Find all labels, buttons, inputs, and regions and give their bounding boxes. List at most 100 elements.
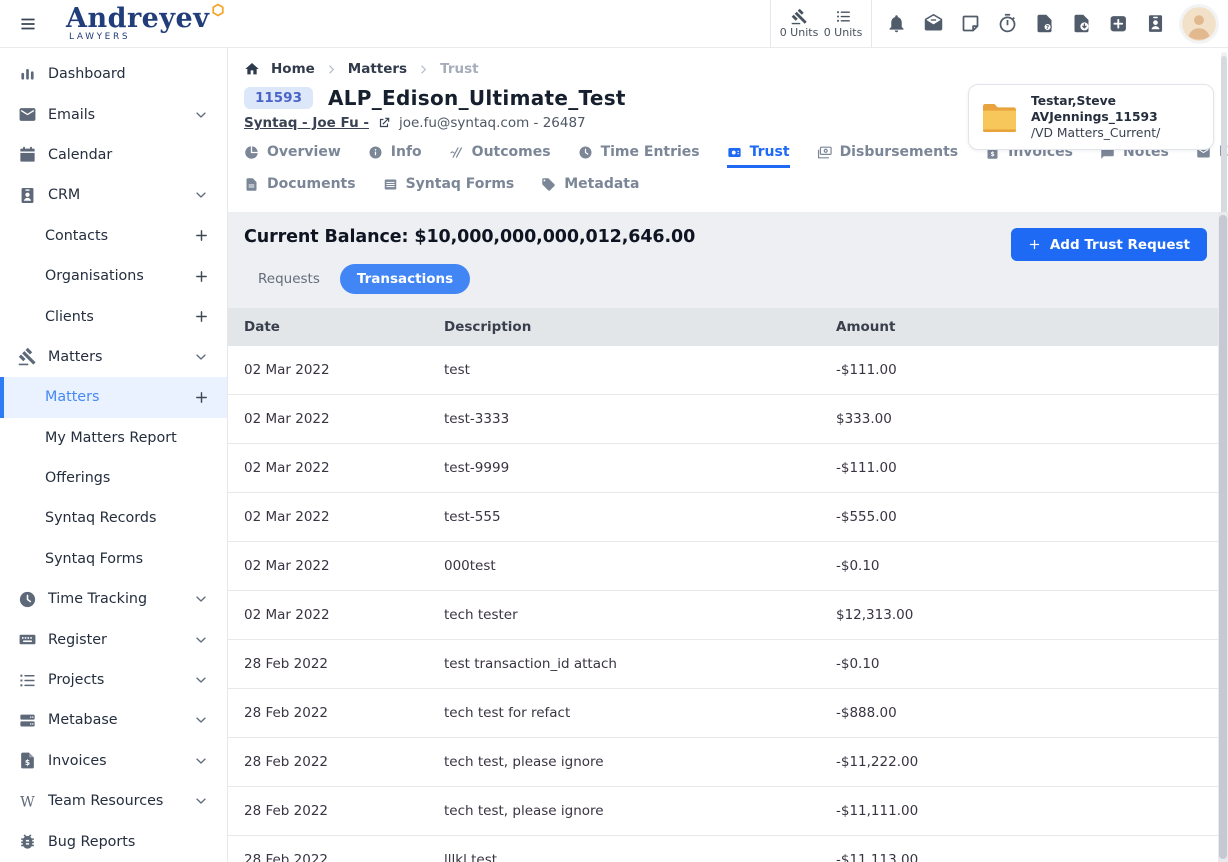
breadcrumb-item[interactable]: Trust: [440, 61, 478, 77]
chevron-down-icon[interactable]: [193, 712, 209, 728]
units-counter[interactable]: 0 Units: [821, 8, 865, 39]
table-row[interactable]: 28 Feb 2022 tech test, please ignore -$1…: [228, 787, 1228, 836]
column-header[interactable]: Amount: [836, 319, 1212, 335]
tab[interactable]: Time Entries: [578, 144, 700, 168]
plus-icon[interactable]: [194, 390, 209, 405]
sidebar-item[interactable]: Clients: [0, 296, 227, 336]
sidebar-item[interactable]: Metabase: [0, 700, 227, 740]
tab[interactable]: Syntaq Forms: [383, 176, 515, 200]
chevron-down-icon[interactable]: [193, 591, 209, 607]
timer-icon[interactable]: [997, 13, 1018, 34]
tab[interactable]: Info: [368, 144, 422, 168]
breadcrumb-separator-icon: [418, 64, 429, 75]
table-row[interactable]: 28 Feb 2022 lllkl test -$11,113.00: [228, 836, 1228, 862]
calendar-icon: [18, 145, 37, 164]
hamburger-menu-icon[interactable]: [17, 16, 39, 32]
sidebar-item[interactable]: Organisations: [0, 256, 227, 296]
breadcrumb-item[interactable]: Home: [271, 61, 315, 77]
sidebar-item-label: Matters: [48, 349, 102, 365]
chevron-down-icon[interactable]: [193, 349, 209, 365]
bug-icon: [18, 832, 37, 851]
sidebar-item[interactable]: My Matters Report: [0, 418, 227, 458]
sidebar-item[interactable]: Bug Reports: [0, 821, 227, 861]
chevron-down-icon[interactable]: [193, 107, 209, 123]
tab[interactable]: Documents: [244, 176, 356, 200]
table-row[interactable]: 02 Mar 2022 test -$111.00: [228, 346, 1228, 395]
main-scrollbar-thumb[interactable]: [1219, 215, 1227, 859]
tab[interactable]: Metadata: [541, 176, 639, 200]
chevron-down-icon[interactable]: [193, 672, 209, 688]
tab[interactable]: Overview: [244, 144, 341, 168]
sidebar-item[interactable]: CRM: [0, 175, 227, 215]
plus-icon[interactable]: [194, 228, 209, 243]
description-cell: test-3333: [444, 411, 836, 427]
toggle-option[interactable]: Transactions: [340, 264, 470, 294]
date-cell: 02 Mar 2022: [244, 460, 444, 476]
pie-icon: [244, 145, 259, 160]
amount-cell: -$888.00: [836, 705, 1212, 721]
table-row[interactable]: 02 Mar 2022 tech tester $12,313.00: [228, 591, 1228, 640]
chevron-down-icon[interactable]: [193, 793, 209, 809]
sidebar-item[interactable]: Dashboard: [0, 54, 227, 94]
sidebar-item[interactable]: W Team Resources: [0, 781, 227, 821]
table-row[interactable]: 28 Feb 2022 tech test, please ignore -$1…: [228, 738, 1228, 787]
user-avatar[interactable]: [1182, 7, 1216, 41]
chevron-down-icon[interactable]: [193, 187, 209, 203]
file-question-icon[interactable]: ?: [1034, 13, 1055, 34]
note-icon[interactable]: [960, 13, 981, 34]
column-header[interactable]: Date: [244, 319, 444, 335]
table-row[interactable]: 02 Mar 2022 test-9999 -$111.00: [228, 444, 1228, 493]
app-logo[interactable]: Andreyev LAWYERS: [66, 5, 209, 42]
sidebar-item[interactable]: $ Invoices: [0, 741, 227, 781]
sidebar-item[interactable]: Syntaq Records: [0, 498, 227, 538]
sidebar-item[interactable]: Calendar: [0, 135, 227, 175]
transactions-table: 02 Mar 2022 test -$111.00 02 Mar 2022 te…: [228, 346, 1228, 862]
server-icon: [18, 711, 37, 730]
sidebar-item[interactable]: Offerings: [0, 458, 227, 498]
sidebar-item[interactable]: Contacts: [0, 216, 227, 256]
inbox-open-icon[interactable]: [923, 13, 944, 34]
amount-cell: -$111.00: [836, 460, 1212, 476]
client-link[interactable]: Syntaq - Joe Fu -: [244, 115, 369, 131]
amount-cell: -$11,113.00: [836, 852, 1212, 862]
sidebar-item[interactable]: Matters: [0, 337, 227, 377]
chevron-down-icon[interactable]: [193, 632, 209, 648]
table-row[interactable]: 02 Mar 2022 test-3333 $333.00: [228, 395, 1228, 444]
breadcrumb-item[interactable]: Matters: [348, 61, 407, 77]
matter-folder-card[interactable]: Testar,Steve AVJennings_11593 /VD Matter…: [968, 84, 1214, 150]
plus-icon[interactable]: [194, 269, 209, 284]
main-scrollbar[interactable]: [1218, 212, 1228, 862]
sidebar-item[interactable]: Register: [0, 619, 227, 659]
table-row[interactable]: 28 Feb 2022 test transaction_id attach -…: [228, 640, 1228, 689]
sidebar-item[interactable]: Syntaq Forms: [0, 539, 227, 579]
chevron-down-icon[interactable]: [193, 753, 209, 769]
description-cell: test-555: [444, 509, 836, 525]
add-trust-request-button[interactable]: Add Trust Request: [1011, 228, 1207, 261]
bell-icon[interactable]: [886, 13, 907, 34]
sidebar-item[interactable]: Projects: [0, 660, 227, 700]
description-cell: test-9999: [444, 460, 836, 476]
toggle-option[interactable]: Requests: [244, 264, 334, 294]
table-row[interactable]: 28 Feb 2022 tech test for refact -$888.0…: [228, 689, 1228, 738]
sidebar-item-label: Register: [48, 632, 107, 648]
tab[interactable]: Outcomes: [449, 144, 551, 168]
gavel-icon: [791, 8, 808, 25]
units-counter[interactable]: 0 Units: [777, 8, 821, 39]
file-download-icon[interactable]: [1071, 13, 1092, 34]
table-row[interactable]: 02 Mar 2022 test-555 -$555.00: [228, 493, 1228, 542]
column-header[interactable]: Description: [444, 319, 836, 335]
tab[interactable]: Disbursements: [817, 144, 959, 168]
home-icon[interactable]: [244, 61, 260, 77]
plus-square-icon[interactable]: [1108, 13, 1129, 34]
sidebar-item-label: Clients: [45, 309, 94, 325]
id-card-icon[interactable]: [1145, 13, 1166, 34]
external-link-icon[interactable]: [377, 116, 391, 130]
amount-cell: -$11,222.00: [836, 754, 1212, 770]
sidebar-item-label: Syntaq Records: [45, 510, 156, 526]
tab[interactable]: Trust: [727, 144, 790, 168]
sidebar-item[interactable]: Time Tracking: [0, 579, 227, 619]
sidebar-item[interactable]: Emails: [0, 94, 227, 134]
sidebar-item[interactable]: Matters: [0, 377, 227, 417]
table-row[interactable]: 02 Mar 2022 000test -$0.10: [228, 542, 1228, 591]
plus-icon[interactable]: [194, 309, 209, 324]
